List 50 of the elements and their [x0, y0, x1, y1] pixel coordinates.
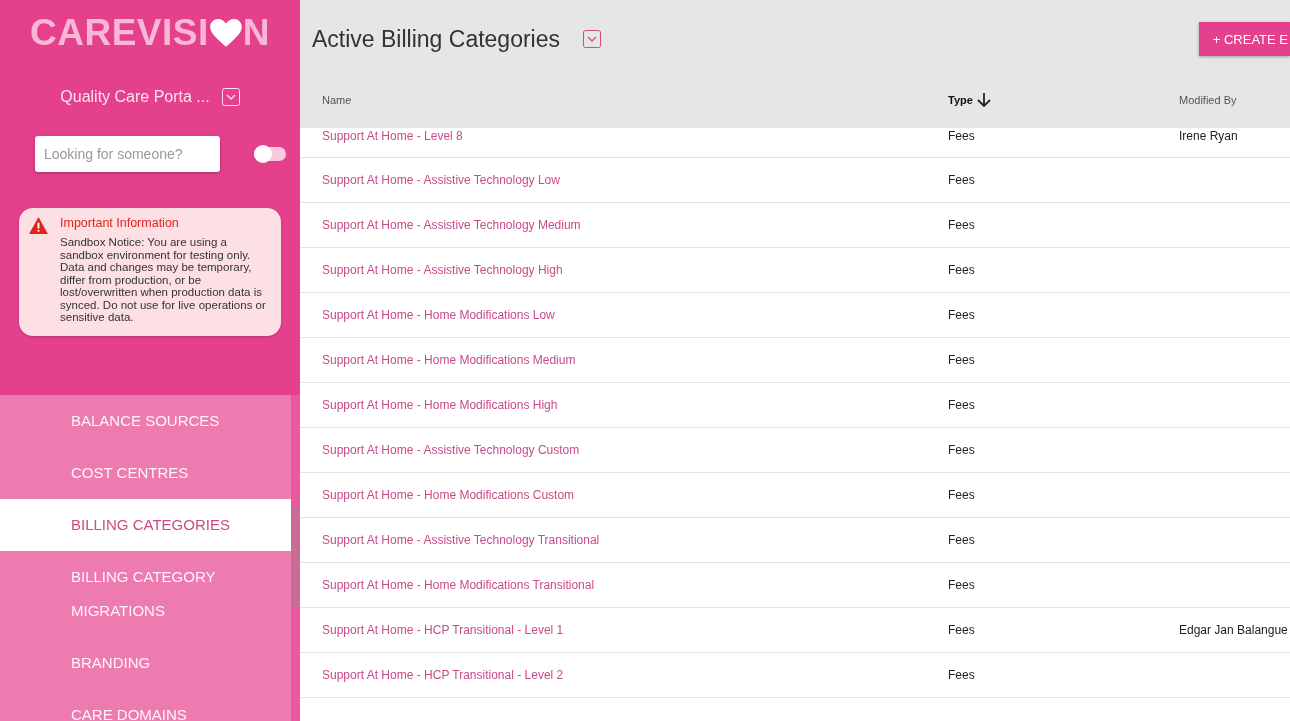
notice-text: Sandbox Notice: You are using a sandbox environment for testing only. Data and changes may be temporary, differ from production, or be lost/overwritten when production data is synced. Do not use for live operations or sensitive data.	[60, 236, 267, 324]
toggle-switch[interactable]	[254, 147, 286, 161]
nav-item[interactable]: BRANDING	[0, 637, 291, 689]
name-link[interactable]: Support At Home - Assistive Technology Low	[322, 173, 560, 187]
name-link[interactable]: Support At Home - Assistive Technology Custom	[322, 443, 580, 457]
column-header[interactable]: Name	[322, 94, 352, 106]
logo: CAREVISI N	[30, 12, 270, 54]
scrollbar[interactable]	[291, 395, 300, 721]
name-link[interactable]: Support At Home - Home Modifications High	[322, 398, 558, 412]
table-cell: Fees	[948, 533, 975, 547]
table-cell: Fees	[948, 623, 975, 637]
name-link[interactable]: Support At Home - Assistive Technology Transitional	[322, 533, 600, 547]
search-field[interactable]: Looking for someone?	[35, 136, 220, 172]
name-link[interactable]: Support At Home - Level 8	[322, 129, 463, 143]
name-link[interactable]: Support At Home - Assistive Technology Medium	[322, 218, 581, 232]
table-cell: Fees	[948, 668, 975, 682]
nav-item[interactable]: BALANCE SOURCES	[0, 395, 291, 447]
table-cell: Fees	[948, 488, 975, 502]
portal-name[interactable]: Quality Care Porta ...	[60, 88, 210, 106]
table-cell: Fees	[948, 129, 975, 143]
nav-item[interactable]: BILLING CATEGORY MIGRATIONS	[0, 551, 261, 637]
notice-title: Important Information	[60, 216, 180, 230]
nav-item[interactable]: COST CENTRES	[0, 447, 291, 499]
column-header[interactable]: Modified By	[1179, 94, 1237, 106]
nav-item[interactable]: CARE DOMAINS	[0, 689, 291, 721]
name-link[interactable]: Support At Home - HCP Transitional - Level 1	[322, 623, 564, 637]
sort-arrow-icon[interactable]	[976, 92, 991, 108]
heart-icon	[209, 18, 242, 48]
table-cell: Fees	[948, 353, 975, 367]
table-cell: Fees	[948, 308, 975, 322]
create-button[interactable]: + CREATE E	[1198, 22, 1290, 56]
name-link[interactable]: Support At Home - Home Modifications Medium	[322, 353, 576, 367]
nav-item[interactable]: BILLING CATEGORIES	[0, 499, 291, 551]
page-title: Active Billing Categories	[312, 25, 560, 53]
table-cell: Irene Ryan	[1179, 129, 1238, 143]
table-cell: Fees	[948, 263, 975, 277]
name-link[interactable]: Support At Home - Home Modifications Custom	[322, 488, 575, 502]
table-cell: Fees	[948, 218, 975, 232]
table-cell: Fees	[948, 578, 975, 592]
name-link[interactable]: Support At Home - Home Modifications Low	[322, 308, 555, 322]
table-cell: Fees	[948, 443, 975, 457]
warning-icon	[29, 217, 48, 234]
name-link[interactable]: Support At Home - HCP Transitional - Level 2	[322, 668, 564, 682]
name-link[interactable]: Support At Home - Assistive Technology High	[322, 263, 563, 277]
name-link[interactable]: Support At Home - Home Modifications Transitional	[322, 578, 595, 592]
column-header[interactable]: Type	[948, 94, 973, 106]
dropdown-icon[interactable]	[583, 30, 601, 48]
table-cell: Fees	[948, 173, 975, 187]
table-cell: Edgar Jan Balangue	[1179, 623, 1288, 637]
table-cell: Fees	[948, 398, 975, 412]
